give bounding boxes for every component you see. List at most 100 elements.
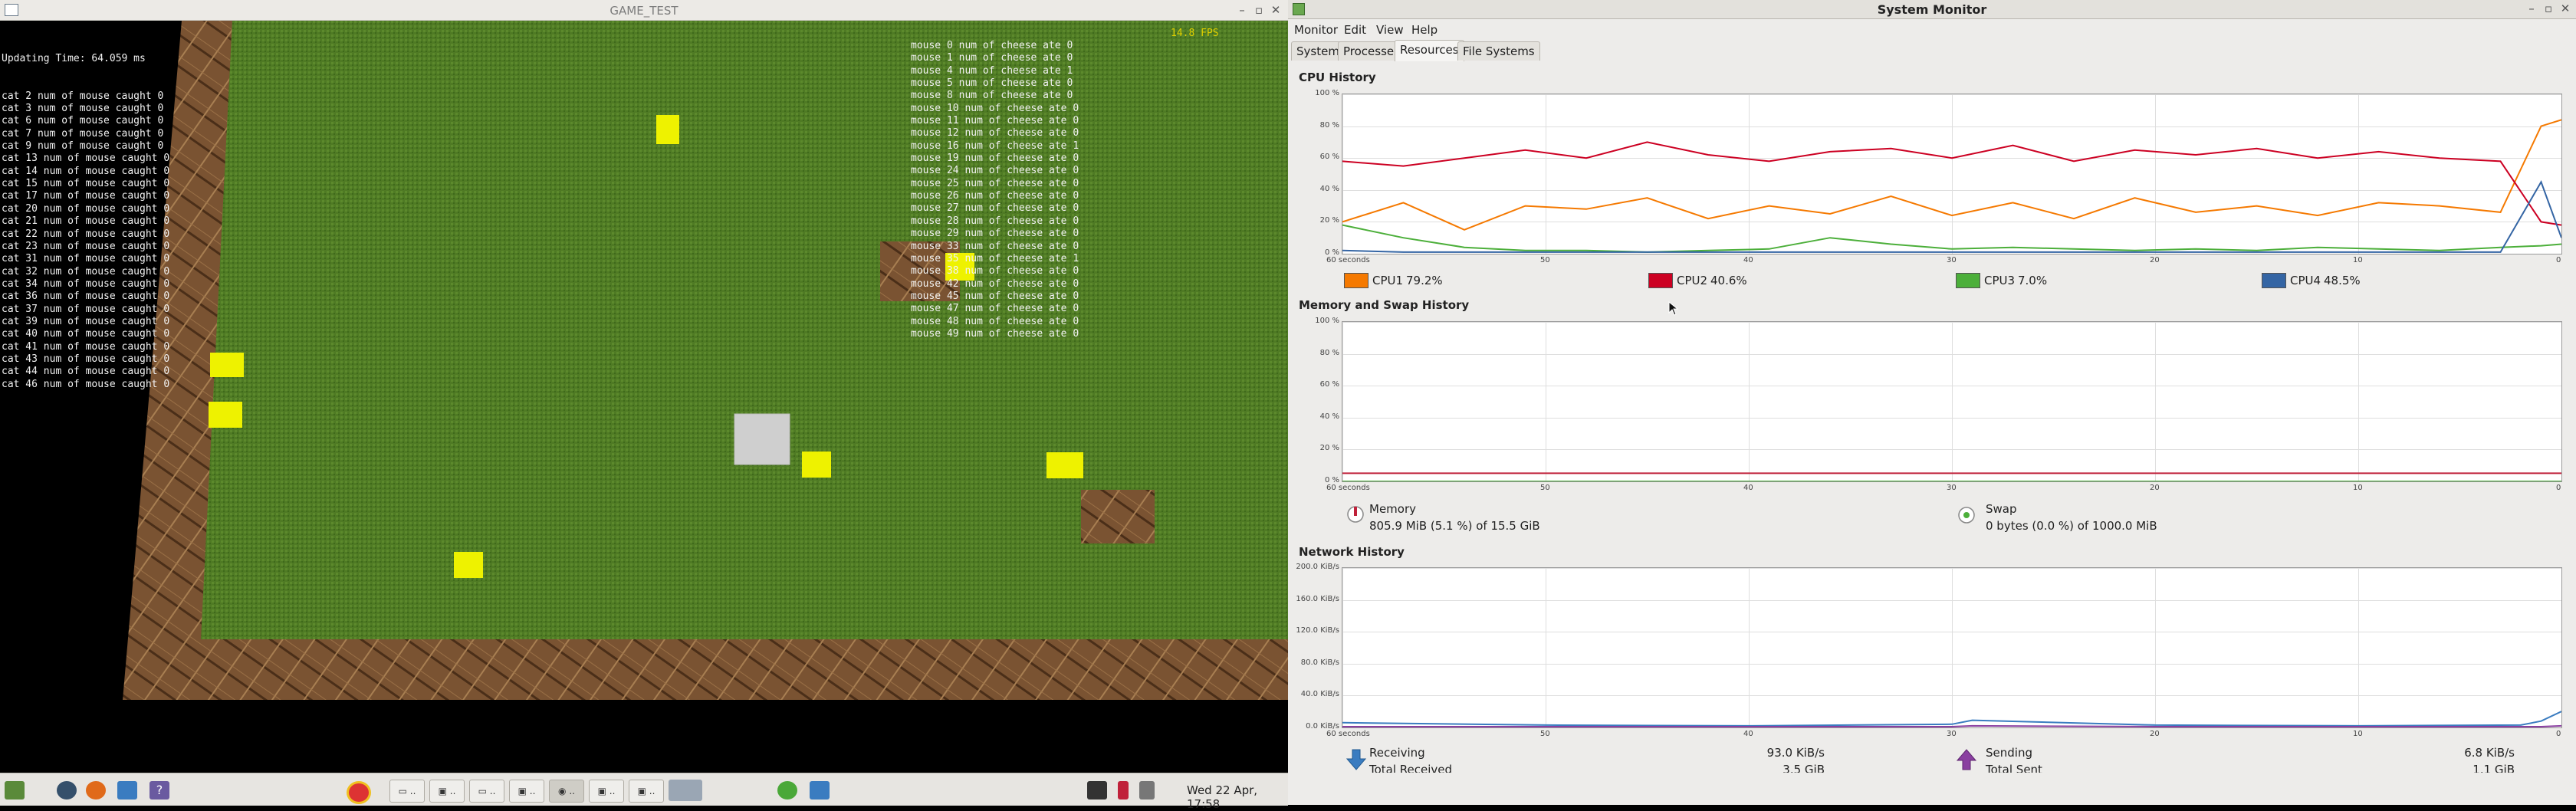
- close-icon[interactable]: ✕: [1268, 2, 1283, 18]
- menu-help[interactable]: Help: [1411, 23, 1438, 37]
- cat-stat-line: cat 22 num of mouse caught 0: [2, 228, 170, 240]
- task-button[interactable]: ▣ ..: [509, 780, 544, 803]
- task-button-active[interactable]: ◉ ..: [549, 780, 584, 803]
- cpu3-label: CPU3: [1984, 274, 2016, 287]
- menu-edit[interactable]: Edit: [1344, 23, 1366, 37]
- sending-label: Sending: [1986, 746, 2032, 760]
- cat-stat-line: cat 2 num of mouse caught 0: [2, 90, 164, 102]
- mouse-stat-line: mouse 8 num of cheese ate 0: [911, 90, 1073, 102]
- task-button[interactable]: ▭ ..: [389, 780, 425, 803]
- cat-stat-line: cat 31 num of mouse caught 0: [2, 253, 170, 265]
- taskbar: ? ▭ .. ▣ .. ▭ .. ▣ .. ◉ .. ▣ .. ▣ .. Wed…: [0, 773, 1288, 811]
- cat-stat-line: cat 3 num of mouse caught 0: [2, 103, 164, 115]
- mouse-stat-line: mouse 0 num of cheese ate 0: [911, 40, 1073, 51]
- swap-gauge-icon[interactable]: [1957, 506, 1976, 524]
- file-manager-icon[interactable]: [810, 781, 830, 800]
- settings-tool-icon[interactable]: [117, 781, 137, 800]
- game-window-title: GAME_TEST: [610, 4, 678, 18]
- y-tick-label: 80 %: [1319, 121, 1339, 130]
- x-tick-label: 60 seconds: [1326, 484, 1370, 492]
- cpu1-value: 79.2%: [1406, 274, 1443, 287]
- mouse-stat-line: mouse 19 num of cheese ate 0: [911, 153, 1079, 165]
- maximize-icon[interactable]: ▫: [2541, 1, 2556, 16]
- cat-stat-line: cat 40 num of mouse caught 0: [2, 328, 170, 340]
- receiving-value: 93.0 KiB/s: [1766, 746, 1825, 760]
- tab-file-systems[interactable]: File Systems: [1457, 41, 1540, 61]
- cat-stat-line: cat 46 num of mouse caught 0: [2, 378, 170, 390]
- x-tick-label: 0: [2556, 256, 2561, 264]
- running-man-icon[interactable]: [777, 781, 797, 800]
- updating-time-text: Updating Time: 64.059 ms: [2, 52, 146, 64]
- cpu3-color-swatch[interactable]: [1956, 273, 1980, 288]
- memory-gauge-icon[interactable]: [1346, 503, 1365, 526]
- sysmon-window-title: System Monitor: [1877, 2, 1987, 17]
- graph-plot: [1342, 94, 2561, 254]
- y-tick-label: 80 %: [1319, 349, 1339, 357]
- tab-system[interactable]: System: [1291, 41, 1345, 61]
- x-tick-label: 0: [2556, 730, 2561, 738]
- task-button[interactable]: ▣ ..: [589, 780, 624, 803]
- y-tick-label: 200.0 KiB/s: [1296, 563, 1339, 571]
- minimize-icon[interactable]: –: [2524, 1, 2539, 16]
- game-board: [123, 21, 1288, 700]
- monitor-tray-icon[interactable]: [1087, 781, 1107, 800]
- cat-stat-line: cat 6 num of mouse caught 0: [2, 115, 164, 127]
- cat-stat-line: cat 36 num of mouse caught 0: [2, 291, 170, 303]
- help-icon[interactable]: ?: [150, 781, 169, 800]
- x-tick-label: 40: [1743, 730, 1753, 738]
- mouse-stat-line: mouse 12 num of cheese ate 0: [911, 127, 1079, 140]
- cat-stat-line: cat 43 num of mouse caught 0: [2, 353, 170, 365]
- cat-stat-line: cat 7 num of mouse caught 0: [2, 127, 164, 140]
- x-tick-label: 10: [2353, 484, 2363, 492]
- cheese: [209, 402, 242, 428]
- hud-cat-stats: Updating Time: 64.059 ms cat 2 num of mo…: [2, 28, 169, 416]
- receiving-arrow-icon[interactable]: [1346, 748, 1367, 771]
- network-tray-icon[interactable]: [1118, 781, 1129, 800]
- memory-label: Memory: [1369, 502, 1417, 516]
- cpu4-color-swatch[interactable]: [2262, 273, 2286, 288]
- cpu2-color-swatch[interactable]: [1648, 273, 1673, 288]
- firefox-icon[interactable]: [86, 781, 106, 800]
- x-tick-label: 60 seconds: [1326, 730, 1370, 738]
- cheese: [454, 552, 483, 578]
- cpu1-color-swatch[interactable]: [1344, 273, 1368, 288]
- clock[interactable]: Wed 22 Apr, 17:58: [1187, 783, 1288, 811]
- cat-stat-line: cat 37 num of mouse caught 0: [2, 303, 170, 315]
- mouse-stat-line: mouse 33 num of cheese ate 0: [911, 240, 1079, 252]
- cat-stat-line: cat 17 num of mouse caught 0: [2, 190, 170, 202]
- x-tick-label: 50: [1540, 730, 1550, 738]
- mouse-stat-line: mouse 24 num of cheese ate 0: [911, 165, 1079, 177]
- y-tick-label: 40.0 KiB/s: [1300, 690, 1339, 698]
- maximize-icon[interactable]: ▫: [1251, 2, 1267, 18]
- browser-icon[interactable]: [57, 781, 77, 800]
- game-scene[interactable]: [0, 21, 1288, 773]
- x-tick-label: 10: [2353, 730, 2363, 738]
- close-icon[interactable]: ✕: [2558, 1, 2573, 16]
- task-button[interactable]: ▭ ..: [469, 780, 504, 803]
- task-button[interactable]: ▣ ..: [429, 780, 465, 803]
- sending-arrow-icon[interactable]: [1956, 748, 1977, 771]
- game-titlebar[interactable]: GAME_TEST – ▫ ✕: [0, 0, 1288, 21]
- cpu2-value: 40.6%: [1710, 274, 1747, 287]
- chrome-icon[interactable]: [347, 781, 371, 804]
- cheese: [210, 353, 244, 377]
- menu-monitor[interactable]: Monitor: [1294, 23, 1338, 37]
- mouse-stat-line: mouse 16 num of cheese ate 1: [911, 140, 1079, 152]
- swap-label: Swap: [1986, 502, 2017, 516]
- memory-value: 805.9 MiB (5.1 %) of 15.5 GiB: [1369, 519, 1540, 533]
- x-tick-label: 50: [1540, 256, 1550, 264]
- x-tick-label: 30: [1947, 730, 1957, 738]
- minimize-icon[interactable]: –: [1234, 2, 1250, 18]
- mouse-cursor-icon: [1668, 301, 1679, 316]
- mouse-stat-line: mouse 27 num of cheese ate 0: [911, 202, 1079, 215]
- x-tick-label: 20: [2150, 730, 2160, 738]
- sysmon-titlebar[interactable]: System Monitor – ▫ ✕: [1288, 0, 2576, 19]
- tab-resources[interactable]: Resources: [1395, 40, 1464, 61]
- menu-view[interactable]: View: [1376, 23, 1404, 37]
- x-tick-label: 10: [2353, 256, 2363, 264]
- workspace-switcher[interactable]: [669, 780, 702, 801]
- volume-tray-icon[interactable]: [1139, 781, 1155, 800]
- task-button[interactable]: ▣ ..: [629, 780, 664, 803]
- start-menu-icon[interactable]: [5, 781, 25, 800]
- y-tick-label: 20 %: [1319, 444, 1339, 452]
